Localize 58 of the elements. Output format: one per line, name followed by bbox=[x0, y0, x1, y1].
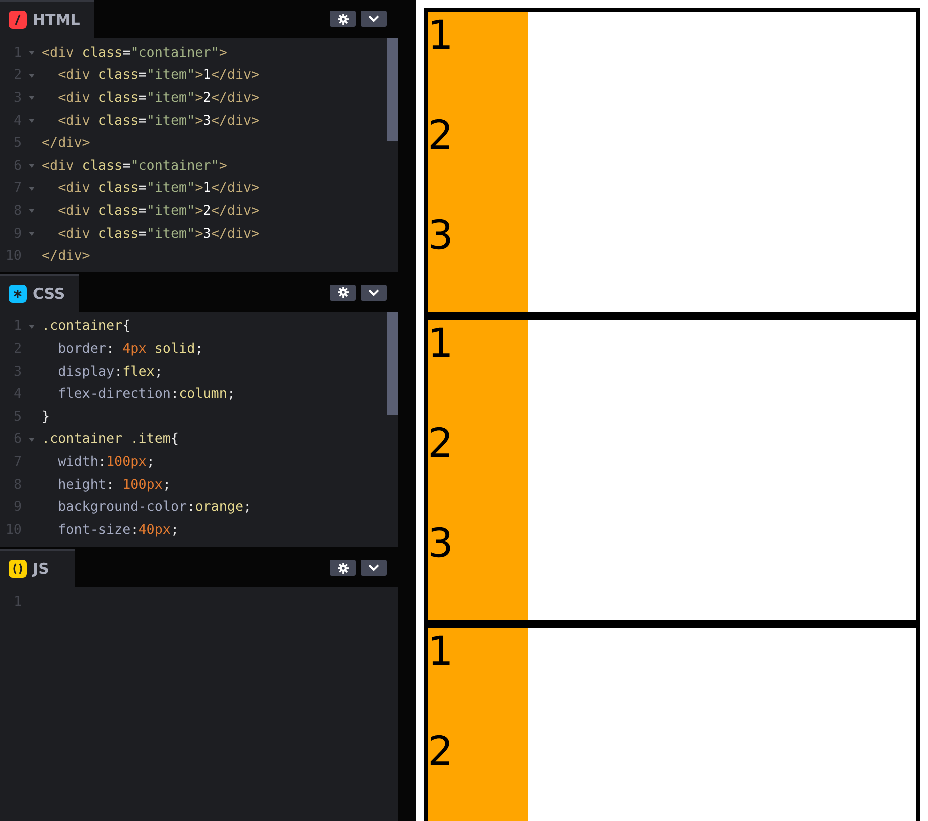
fold-arrow-icon[interactable] bbox=[29, 74, 35, 78]
fold-arrow-icon[interactable] bbox=[29, 209, 35, 214]
asterisk-icon bbox=[9, 284, 27, 303]
code-line: flex-direction:column; bbox=[57, 387, 236, 402]
code-line: <div class="item">1</div> bbox=[57, 181, 260, 196]
fold-arrow-icon[interactable] bbox=[29, 438, 35, 442]
code-line: width:100px; bbox=[57, 455, 155, 470]
fold-arrow-icon[interactable] bbox=[29, 119, 35, 124]
settings-icon bbox=[338, 287, 348, 298]
chevron-down-icon bbox=[368, 288, 380, 297]
code-line: .container{ bbox=[42, 319, 131, 334]
code-line: <div class="item">3</div> bbox=[57, 114, 260, 129]
code-line: display:flex; bbox=[57, 364, 163, 380]
fold-arrow-icon[interactable] bbox=[29, 186, 35, 191]
flex-item: 1 bbox=[428, 628, 528, 728]
collapse-button[interactable] bbox=[361, 284, 387, 301]
editor-tab[interactable]: CSS bbox=[0, 274, 80, 312]
code-line: <div class="container"> bbox=[42, 46, 228, 61]
flex-item: 3 bbox=[428, 212, 528, 312]
code-line: <div class="item">1</div> bbox=[57, 68, 260, 84]
code-line: font-size:40px; bbox=[57, 522, 180, 538]
code-line: <div class="item">2</div> bbox=[57, 204, 260, 219]
slash-icon bbox=[9, 11, 27, 29]
code-line: .container .item{ bbox=[42, 432, 180, 448]
flex-item: 1 bbox=[428, 320, 528, 420]
fold-arrow-icon[interactable] bbox=[29, 96, 35, 100]
scrollbar-thumb[interactable] bbox=[387, 312, 398, 415]
chevron-down-icon bbox=[368, 564, 380, 572]
flex-item: 2 bbox=[428, 112, 528, 212]
flex-item: 1 bbox=[428, 12, 528, 112]
code-line: <div class="item">2</div> bbox=[57, 90, 260, 106]
code-line: <div class="container"> bbox=[42, 158, 228, 174]
fold-arrow-icon[interactable] bbox=[29, 51, 35, 56]
settings-icon bbox=[338, 562, 348, 574]
settings-button[interactable] bbox=[330, 284, 356, 301]
fold-arrow-icon[interactable] bbox=[29, 164, 35, 168]
collapse-button[interactable] bbox=[361, 560, 387, 576]
fold-arrow-icon[interactable] bbox=[29, 232, 35, 236]
chevron-down-icon bbox=[368, 15, 380, 23]
scrollbar-thumb[interactable] bbox=[387, 38, 398, 141]
code-line: </div> bbox=[42, 136, 90, 152]
settings-icon bbox=[338, 14, 348, 24]
code-line: </div> bbox=[42, 249, 90, 264]
fold-arrow-icon[interactable] bbox=[29, 324, 35, 329]
code-line: } bbox=[42, 410, 50, 425]
code-line: <div class="item">3</div> bbox=[57, 226, 260, 242]
parentheses-icon bbox=[9, 560, 27, 578]
code-line: height: 100px; bbox=[57, 478, 171, 493]
flex-item: 3 bbox=[428, 520, 528, 620]
editor-tab[interactable]: JS bbox=[0, 549, 75, 588]
flex-item: 2 bbox=[428, 420, 528, 520]
settings-button[interactable] bbox=[330, 560, 356, 576]
flex-item: 2 bbox=[428, 728, 528, 821]
code-line: background-color:orange; bbox=[57, 500, 252, 516]
collapse-button[interactable] bbox=[361, 11, 387, 27]
code-line: border: 4px solid; bbox=[57, 342, 204, 358]
editor-tab[interactable]: HTML bbox=[0, 0, 94, 38]
settings-button[interactable] bbox=[330, 11, 356, 27]
